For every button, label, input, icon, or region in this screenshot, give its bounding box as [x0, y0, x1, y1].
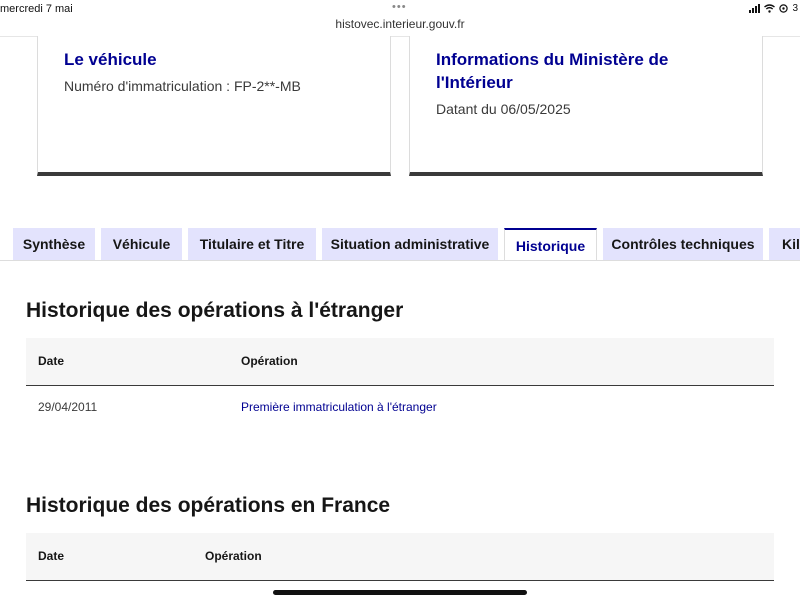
status-time: mercredi 7 mai: [0, 3, 73, 15]
tab-controles-techniques[interactable]: Contrôles techniques: [603, 228, 763, 260]
ministry-card-title: Informations du Ministère de l'Intérieur: [436, 50, 669, 92]
status-icons: 3: [749, 3, 798, 14]
foreign-history-title: Historique des opérations à l'étranger: [26, 299, 404, 322]
vehicle-card: Le véhicule Numéro d'immatriculation : F…: [37, 36, 391, 176]
tab-kilometrage[interactable]: Kil: [769, 228, 800, 260]
more-options-icon[interactable]: •••: [392, 1, 407, 13]
status-bar: mercredi 7 mai ••• histovec.interieur.go…: [0, 0, 800, 37]
france-history-title: Historique des opérations en France: [26, 494, 391, 517]
battery-level: 3: [792, 3, 798, 14]
column-operation: Opération: [205, 549, 262, 563]
tab-vehicule[interactable]: Véhicule: [101, 228, 182, 260]
row-date: 29/04/2011: [38, 400, 98, 414]
tab-divider: [0, 260, 800, 261]
location-icon: [779, 4, 789, 13]
vehicle-card-title: Le véhicule: [64, 50, 157, 69]
row-operation: Première immatriculation à l'étranger: [241, 400, 437, 414]
tab-synthese[interactable]: Synthèse: [13, 228, 95, 260]
tab-titulaire-titre[interactable]: Titulaire et Titre: [188, 228, 316, 260]
france-history-header: Date Opération: [26, 533, 774, 581]
signal-icon: [749, 4, 761, 13]
column-date: Date: [38, 549, 65, 563]
tab-bar: Synthèse Véhicule Titulaire et Titre Sit…: [0, 228, 800, 261]
registration-number: Numéro d'immatriculation : FP-2**-MB: [64, 78, 301, 94]
column-operation: Opération: [241, 354, 298, 368]
url-bar[interactable]: histovec.interieur.gouv.fr: [0, 17, 800, 31]
column-date: Date: [38, 354, 65, 368]
data-date: Datant du 06/05/2025: [436, 101, 571, 117]
wifi-icon: [764, 4, 776, 13]
tab-situation-administrative[interactable]: Situation administrative: [322, 228, 498, 260]
foreign-history-header: Date Opération: [26, 338, 774, 386]
ministry-card: Informations du Ministère de l'Intérieur…: [409, 36, 763, 176]
tab-historique[interactable]: Historique: [504, 228, 597, 261]
home-indicator[interactable]: [273, 590, 527, 595]
